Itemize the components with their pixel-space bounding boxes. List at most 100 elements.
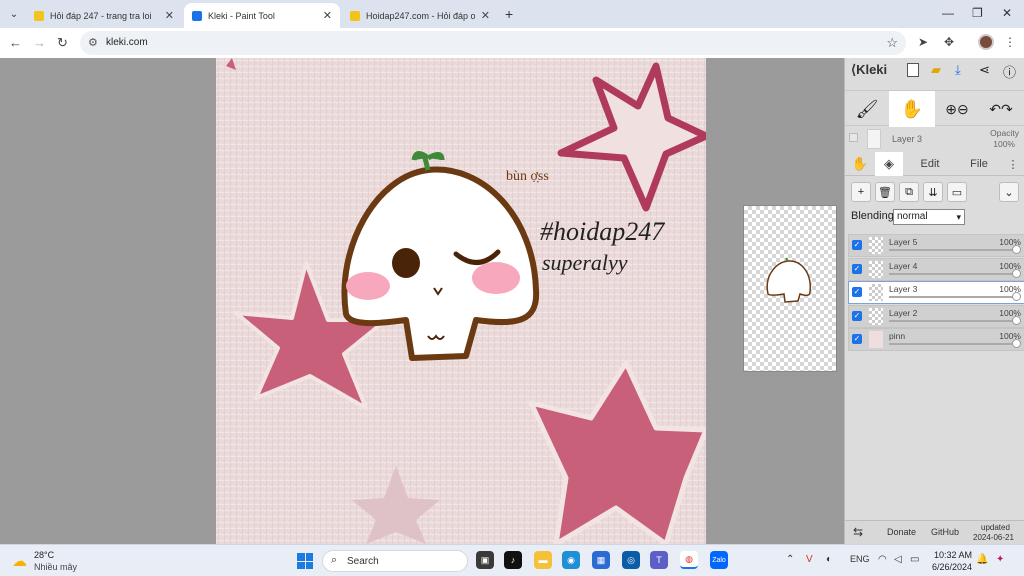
slider-knob[interactable] <box>1012 268 1021 278</box>
undo-icon[interactable]: ↶ <box>989 101 1001 118</box>
start-button[interactable] <box>297 553 313 569</box>
github-link[interactable]: GitHub <box>931 527 959 537</box>
slider-knob[interactable] <box>1012 339 1021 348</box>
wifi-icon[interactable]: ◠ <box>878 554 887 565</box>
expand-button[interactable]: ⌄ <box>999 182 1019 202</box>
layer-opacity-slider[interactable] <box>889 319 1016 322</box>
layer-row-layer-2[interactable]: ✓ Layer 2 100% <box>848 304 1024 328</box>
battery-icon[interactable]: ▭ <box>910 554 919 565</box>
new-image-icon[interactable] <box>907 63 919 77</box>
tab-hand[interactable]: ✋ <box>847 152 873 176</box>
layer-opacity-slider[interactable] <box>889 249 1016 251</box>
volume-icon[interactable]: ◁ <box>894 554 902 565</box>
bookmark-star-icon[interactable]: ☆ <box>886 35 898 51</box>
add-layer-button[interactable]: + <box>851 182 871 202</box>
back-arrow-icon[interactable]: ← <box>9 35 22 50</box>
search-icon: ⌕ <box>331 554 338 566</box>
layer-visibility-checkbox[interactable] <box>849 133 858 142</box>
temperature[interactable]: 28°C <box>34 550 54 560</box>
taskbar-search[interactable]: ⌕ Search <box>322 550 468 572</box>
layer-row-layer-3[interactable]: ✓ Layer 3 100% <box>848 281 1024 304</box>
close-tab-icon[interactable]: ✕ <box>165 9 174 22</box>
profile-avatar[interactable] <box>978 34 994 50</box>
blending-select[interactable]: normal ▾ <box>893 209 965 225</box>
layer-name: pinn <box>889 331 906 341</box>
edge-icon[interactable]: ◉ <box>562 551 580 569</box>
layer-visible-checkbox[interactable]: ✓ <box>852 310 862 321</box>
slider-knob[interactable] <box>1012 315 1021 325</box>
task-view-icon[interactable]: ▣ <box>476 551 494 569</box>
store-icon[interactable]: ▦ <box>592 551 610 569</box>
clock[interactable]: 10:32 AM 6/26/2024 <box>932 549 972 573</box>
copilot-icon[interactable]: ✦ <box>996 554 1004 565</box>
chrome-icon[interactable]: ◍ <box>680 551 698 569</box>
share-icon[interactable]: ⋖ <box>979 62 990 78</box>
tab-edit[interactable]: Edit <box>907 152 953 176</box>
close-tab-icon[interactable]: ✕ <box>323 9 332 22</box>
zalo-icon[interactable]: Zalo <box>710 551 728 569</box>
extensions-icon[interactable]: ✥ <box>944 35 954 49</box>
hand-tool[interactable]: ✋ <box>889 91 935 127</box>
new-tab-button[interactable]: + <box>505 6 513 22</box>
open-folder-icon[interactable]: ▰ <box>931 62 941 78</box>
dell-icon[interactable]: ◎ <box>622 551 640 569</box>
close-tab-icon[interactable]: ✕ <box>481 9 490 22</box>
language-indicator[interactable]: ENG <box>850 554 870 564</box>
tray-app-icon[interactable]: ◐ <box>826 554 832 565</box>
close-window-icon[interactable]: ✕ <box>1002 6 1012 20</box>
reload-icon[interactable]: ↻ <box>57 35 68 51</box>
vietkey-icon[interactable]: V <box>806 554 813 565</box>
chevron-down-icon: ⌄ <box>1004 186 1014 199</box>
rename-layer-button[interactable]: ▭ <box>947 182 967 202</box>
layer-opacity-slider[interactable] <box>889 296 1016 298</box>
address-bar[interactable]: ⚙ kleki.com ☆ <box>80 31 906 55</box>
tab-kleki[interactable]: Kleki - Paint Tool ✕ <box>184 3 340 28</box>
canvas-preview[interactable] <box>743 205 837 372</box>
layer-row-layer-5[interactable]: ✓ Layer 5 100% <box>848 234 1024 257</box>
slider-knob[interactable] <box>1012 245 1021 254</box>
file-explorer-icon[interactable]: ▬ <box>534 551 552 569</box>
tiktok-icon[interactable]: ♪ <box>504 551 522 569</box>
help-icon[interactable]: ⓘ <box>1003 62 1016 81</box>
layer-visible-checkbox[interactable]: ✓ <box>852 240 862 250</box>
tab-search-chevron-icon[interactable]: ⌄ <box>5 5 23 23</box>
tab-layers[interactable]: ◈ <box>875 152 903 176</box>
teams-icon[interactable]: T <box>650 551 668 569</box>
layer-row-layer-4[interactable]: ✓ Layer 4 100% <box>848 257 1024 281</box>
swap-icon[interactable]: ⇆ <box>853 525 863 539</box>
send-icon[interactable]: ➤ <box>918 35 928 49</box>
more-menu-icon[interactable]: ⋮ <box>1004 35 1016 49</box>
site-info-icon[interactable]: ⚙ <box>88 36 98 49</box>
weather-description[interactable]: Nhiều mây <box>34 562 77 572</box>
forward-arrow-icon[interactable]: → <box>33 35 46 50</box>
tab-hoidap247-answers[interactable]: Hỏi đáp 247 - trang tra loi ✕ <box>26 3 182 28</box>
delete-layer-button[interactable]: 🗑 <box>875 182 895 202</box>
brush-tool[interactable]: 🖌 <box>847 91 887 127</box>
zoom-in-icon[interactable]: ⊕ <box>945 101 957 118</box>
layer-opacity-slider[interactable] <box>889 272 1016 275</box>
minimize-icon[interactable]: — <box>942 6 954 20</box>
notification-bell-icon[interactable]: 🔔 <box>976 554 988 565</box>
duplicate-layer-button[interactable]: ⧉ <box>899 182 919 202</box>
zoom-out-icon[interactable]: ⊖ <box>957 101 969 118</box>
layer-visible-checkbox[interactable]: ✓ <box>852 287 862 297</box>
canvas-workspace[interactable]: bùn ợ̣ss #hoidap247 superalyy <box>0 58 844 544</box>
drawing-canvas[interactable]: bùn ợ̣ss #hoidap247 superalyy <box>216 58 706 544</box>
layer-opacity-slider[interactable] <box>889 343 1016 345</box>
chevron-up-icon[interactable]: ⌃ <box>786 554 794 565</box>
url-text[interactable]: kleki.com <box>106 37 148 48</box>
merge-down-button[interactable]: ⇊ <box>923 182 943 202</box>
layer-row-pinn[interactable]: ✓ pinn 100% <box>848 328 1024 351</box>
redo-icon[interactable]: ↷ <box>1001 101 1013 118</box>
restore-icon[interactable]: ❐ <box>972 6 983 20</box>
tab-hoidap247-home[interactable]: Hoidap247.com - Hỏi đáp onli ✕ <box>342 3 498 28</box>
cloud-sun-icon[interactable]: ☁ <box>12 552 27 570</box>
layer-visible-checkbox[interactable]: ✓ <box>852 263 862 274</box>
slider-knob[interactable] <box>1012 292 1021 301</box>
layer-visible-checkbox[interactable]: ✓ <box>852 334 862 344</box>
clock-date: 6/26/2024 <box>932 562 973 572</box>
tab-file[interactable]: File <box>957 152 1001 176</box>
donate-link[interactable]: Donate <box>887 527 916 537</box>
download-icon[interactable]: ⤓ <box>955 62 961 78</box>
more-options-icon[interactable]: ⋮ <box>1003 152 1023 176</box>
